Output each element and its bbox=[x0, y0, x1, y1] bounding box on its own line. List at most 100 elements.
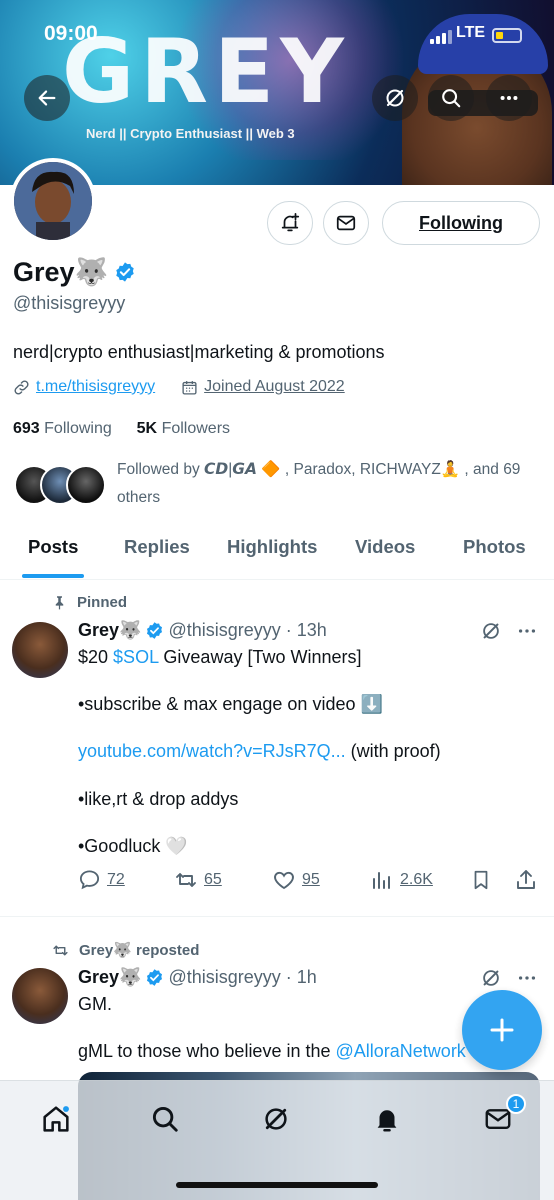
views-count: 2.6K bbox=[400, 871, 433, 888]
search-button[interactable] bbox=[428, 75, 474, 121]
followed-by-text[interactable]: Followed by 𝘾𝘿|𝙂𝘼 🔶 , Paradox, RICHWAYZ🧘… bbox=[117, 456, 537, 512]
cashtag-link[interactable]: $SOL bbox=[113, 647, 158, 667]
following-button[interactable]: Following bbox=[382, 201, 540, 245]
profile-name: Grey🐺 bbox=[13, 256, 136, 288]
tab-photos[interactable]: Photos bbox=[463, 536, 526, 558]
repost-context: Grey🐺 reposted bbox=[52, 941, 199, 959]
network-label: LTE bbox=[456, 24, 486, 41]
status-bar: 09:00 LTE bbox=[0, 0, 554, 70]
tab-videos[interactable]: Videos bbox=[355, 536, 415, 558]
post-line-5: •Goodluck 🤍 bbox=[78, 836, 188, 856]
pin-icon bbox=[55, 596, 64, 610]
verified-badge-icon bbox=[147, 969, 163, 986]
followed-by-avatars[interactable] bbox=[14, 465, 106, 505]
grok-button[interactable] bbox=[372, 75, 418, 121]
grok-icon bbox=[265, 1108, 287, 1130]
post-line-2: •subscribe & max engage on video ⬇️ bbox=[78, 694, 383, 714]
tab-highlights[interactable]: Highlights bbox=[227, 536, 317, 558]
post-header: Grey🐺 @thisisgreyyy · 1h bbox=[78, 967, 317, 988]
repost-icon bbox=[53, 945, 68, 955]
pinned-label: Pinned bbox=[52, 594, 127, 611]
post-handle-time: @thisisgreyyy · 1h bbox=[168, 967, 317, 987]
verified-badge-icon bbox=[147, 622, 163, 639]
views-bar-chart-icon bbox=[373, 872, 390, 889]
post-header: Grey🐺 @thisisgreyyy · 13h bbox=[78, 620, 327, 641]
post-text-suffix: Giveaway [Two Winners] bbox=[158, 647, 362, 667]
search-icon bbox=[152, 1106, 178, 1132]
youtube-link[interactable]: youtube.com/watch?v=RJsR7Q... bbox=[78, 741, 346, 761]
messages-badge: 1 bbox=[506, 1094, 526, 1114]
grok-icon[interactable] bbox=[480, 620, 502, 642]
home-icon bbox=[43, 1106, 69, 1132]
followers-count-link[interactable]: 5K Followers bbox=[137, 420, 230, 437]
followers-label: Followers bbox=[161, 420, 231, 437]
status-time: 09:00 bbox=[44, 22, 98, 45]
signal-icon bbox=[430, 30, 452, 44]
verified-badge-icon[interactable] bbox=[114, 261, 136, 283]
notifications-button[interactable] bbox=[267, 201, 313, 245]
post-author-name[interactable]: Grey🐺 bbox=[78, 967, 141, 988]
home-indicator bbox=[176, 1182, 378, 1188]
post-author-avatar[interactable] bbox=[12, 622, 68, 678]
share-icon[interactable] bbox=[514, 868, 538, 892]
post-text-proof: (with proof) bbox=[345, 741, 441, 761]
nav-home[interactable] bbox=[38, 1101, 74, 1137]
profile-meta: t.me/thisisgreyyy Joined August 2022 bbox=[13, 378, 345, 396]
like-count: 95 bbox=[302, 871, 320, 888]
more-options-button[interactable] bbox=[486, 75, 532, 121]
views-button[interactable]: 2.6K bbox=[370, 868, 433, 892]
bookmark-icon[interactable] bbox=[470, 868, 492, 892]
back-button[interactable] bbox=[24, 75, 70, 121]
nav-grok[interactable] bbox=[258, 1101, 294, 1137]
search-icon bbox=[442, 89, 461, 108]
calendar-icon bbox=[182, 380, 197, 395]
more-horizontal-icon[interactable] bbox=[516, 967, 538, 989]
link-icon bbox=[14, 379, 29, 395]
repost-count: 65 bbox=[204, 871, 222, 888]
profile-bio: nerd|crypto enthusiast|marketing & promo… bbox=[13, 342, 385, 362]
avatar-illustration bbox=[14, 162, 92, 240]
mention-link[interactable]: @AlloraNetwork bbox=[336, 1041, 466, 1061]
post-line-4: •like,rt & drop addys bbox=[78, 789, 239, 809]
envelope-icon bbox=[336, 215, 356, 231]
profile-link[interactable]: t.me/thisisgreyyy bbox=[36, 378, 155, 396]
following-count-link[interactable]: 693 Following bbox=[13, 420, 112, 437]
reply-icon bbox=[79, 870, 100, 890]
tab-posts[interactable]: Posts bbox=[28, 536, 78, 558]
profile-avatar[interactable] bbox=[10, 158, 96, 244]
post-line-2: gML to those who believe in the @AlloraN… bbox=[78, 1039, 466, 1063]
post-text-prefix: gML to those who believe in the bbox=[78, 1041, 336, 1061]
grok-icon[interactable] bbox=[480, 967, 502, 989]
tab-replies[interactable]: Replies bbox=[124, 536, 190, 558]
repost-button[interactable]: 65 bbox=[174, 868, 222, 892]
post-text-prefix: $20 bbox=[78, 647, 114, 667]
nav-notifications[interactable] bbox=[369, 1101, 405, 1137]
profile-tabs: Posts Replies Highlights Videos Photos bbox=[0, 526, 554, 580]
follow-counts: 693 Following 5K Followers bbox=[13, 420, 230, 438]
bell-plus-icon bbox=[281, 212, 300, 232]
pinned-text: Pinned bbox=[77, 594, 128, 611]
plus-icon bbox=[490, 1018, 514, 1042]
heart-icon bbox=[274, 871, 294, 890]
follower-avatar bbox=[66, 465, 106, 505]
profile-name-text: Grey🐺 bbox=[13, 257, 109, 287]
profile-handle: @thisisgreyyy bbox=[13, 293, 126, 313]
reply-button[interactable]: 72 bbox=[78, 868, 125, 891]
post-actions: 72 65 95 2.6K bbox=[78, 868, 538, 894]
more-horizontal-icon[interactable] bbox=[516, 620, 538, 642]
post-handle-time: @thisisgreyyy · 13h bbox=[168, 620, 327, 640]
more-horizontal-icon bbox=[500, 95, 518, 101]
post-author-avatar[interactable] bbox=[12, 968, 68, 1024]
post-line-1: $20 $SOL Giveaway [Two Winners] bbox=[78, 645, 361, 669]
post-author-name[interactable]: Grey🐺 bbox=[78, 620, 141, 641]
like-button[interactable]: 95 bbox=[272, 868, 320, 892]
compose-button[interactable] bbox=[462, 990, 542, 1070]
post-divider bbox=[0, 916, 554, 917]
nav-search[interactable] bbox=[147, 1101, 183, 1137]
bell-icon bbox=[377, 1110, 397, 1132]
banner-subtitle: Nerd || Crypto Enthusiast || Web 3 bbox=[86, 126, 295, 141]
post-line-3: youtube.com/watch?v=RJsR7Q... (with proo… bbox=[78, 739, 441, 763]
repost-context-text: Grey🐺 reposted bbox=[79, 942, 200, 959]
joined-date: Joined August 2022 bbox=[204, 378, 345, 395]
message-button[interactable] bbox=[323, 201, 369, 245]
